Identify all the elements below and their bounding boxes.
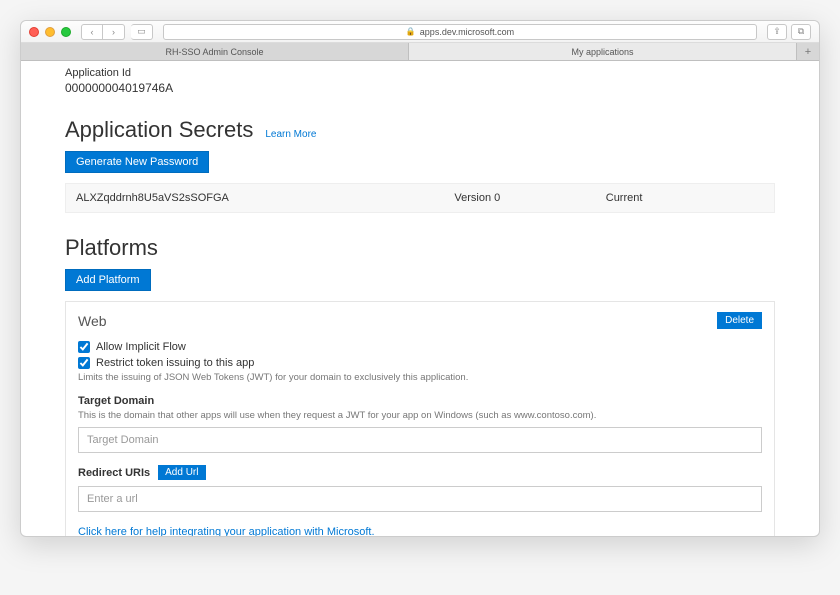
delete-platform-button[interactable]: Delete (717, 312, 762, 329)
nav-back-forward: ‹ › (81, 24, 125, 40)
secret-row: ALXZqddrnh8U5aVS2sSOFGA Version 0 Curren… (65, 183, 775, 213)
platform-title: Web (78, 313, 107, 329)
lock-icon: 🔒 (406, 27, 416, 36)
application-id-label: Application Id (65, 67, 775, 79)
address-text: apps.dev.microsoft.com (420, 27, 514, 37)
restrict-token-hint: Limits the issuing of JSON Web Tokens (J… (78, 372, 762, 383)
share-icon[interactable]: ⇪ (767, 24, 787, 40)
secret-version: Version 0 (454, 192, 605, 204)
target-domain-label: Target Domain (78, 395, 762, 407)
window-controls (29, 27, 71, 37)
target-domain-input[interactable] (78, 427, 762, 453)
learn-more-link[interactable]: Learn More (265, 129, 316, 140)
page-content: Application Id 000000004019746A Applicat… (21, 67, 819, 536)
application-id-value: 000000004019746A (65, 81, 775, 95)
allow-implicit-checkbox[interactable] (78, 341, 90, 353)
integration-help-link[interactable]: Click here for help integrating your app… (78, 526, 762, 536)
restrict-token-row[interactable]: Restrict token issuing to this app (78, 357, 762, 369)
secret-value: ALXZqddrnh8U5aVS2sSOFGA (76, 192, 454, 204)
tab-my-applications[interactable]: My applications (409, 43, 797, 60)
address-bar[interactable]: 🔒 apps.dev.microsoft.com (163, 24, 757, 40)
browser-titlebar: ‹ › ▭ 🔒 apps.dev.microsoft.com ⇪ ⧉ (21, 21, 819, 43)
restrict-token-label: Restrict token issuing to this app (96, 357, 254, 369)
maximize-window-icon[interactable] (61, 27, 71, 37)
page-viewport[interactable]: Application Id 000000004019746A Applicat… (21, 61, 819, 536)
restrict-token-checkbox[interactable] (78, 357, 90, 369)
target-domain-hint: This is the domain that other apps will … (78, 410, 762, 421)
tabs-icon[interactable]: ⧉ (791, 24, 811, 40)
new-tab-button[interactable]: + (797, 43, 819, 60)
tab-rhsso[interactable]: RH-SSO Admin Console (21, 43, 409, 60)
platforms-heading: Platforms (65, 235, 775, 261)
generate-password-button[interactable]: Generate New Password (65, 151, 209, 173)
forward-button[interactable]: › (103, 24, 125, 40)
allow-implicit-row[interactable]: Allow Implicit Flow (78, 341, 762, 353)
close-window-icon[interactable] (29, 27, 39, 37)
toolbar-right: ⇪ ⧉ (767, 24, 811, 40)
redirect-uris-label: Redirect URIs (78, 467, 150, 479)
secret-status: Current (606, 192, 764, 204)
add-url-button[interactable]: Add Url (158, 465, 205, 480)
back-button[interactable]: ‹ (81, 24, 103, 40)
browser-tabbar: RH-SSO Admin Console My applications + (21, 43, 819, 61)
secrets-heading: Application Secrets Learn More (65, 117, 775, 143)
platform-card-web: Web Delete Allow Implicit Flow Restrict … (65, 301, 775, 536)
redirect-uri-input[interactable] (78, 486, 762, 512)
add-platform-button[interactable]: Add Platform (65, 269, 151, 291)
allow-implicit-label: Allow Implicit Flow (96, 341, 186, 353)
sidebar-toggle-icon[interactable]: ▭ (131, 24, 153, 40)
minimize-window-icon[interactable] (45, 27, 55, 37)
browser-window: ‹ › ▭ 🔒 apps.dev.microsoft.com ⇪ ⧉ RH-SS… (20, 20, 820, 537)
